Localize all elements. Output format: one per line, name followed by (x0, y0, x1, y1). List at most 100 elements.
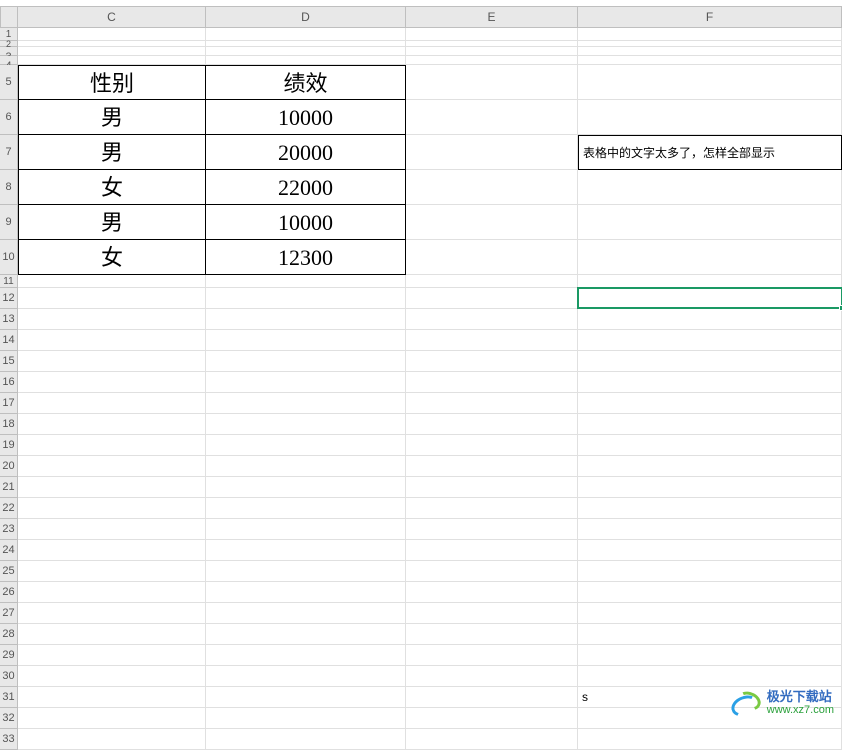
cell-C25[interactable] (18, 561, 206, 582)
row-header-7[interactable]: 7 (0, 135, 18, 170)
cell-D6[interactable]: 10000 (206, 100, 406, 135)
cell-D10[interactable]: 12300 (206, 240, 406, 275)
cell-F9[interactable] (578, 205, 842, 240)
cell-F7[interactable]: 表格中的文字太多了，怎样全部显示 (578, 135, 842, 170)
cell-D32[interactable] (206, 708, 406, 729)
cell-C14[interactable] (18, 330, 206, 351)
cell-F28[interactable] (578, 624, 842, 645)
cell-D27[interactable] (206, 603, 406, 624)
cell-E21[interactable] (406, 477, 578, 498)
cell-E27[interactable] (406, 603, 578, 624)
cell-E7[interactable] (406, 135, 578, 170)
cell-C8[interactable]: 女 (18, 170, 206, 205)
cell-D28[interactable] (206, 624, 406, 645)
cell-D14[interactable] (206, 330, 406, 351)
cell-F20[interactable] (578, 456, 842, 477)
cell-E25[interactable] (406, 561, 578, 582)
cell-C26[interactable] (18, 582, 206, 603)
cell-E5[interactable] (406, 65, 578, 100)
cell-D19[interactable] (206, 435, 406, 456)
row-header-17[interactable]: 17 (0, 393, 18, 414)
cell-E17[interactable] (406, 393, 578, 414)
cell-C15[interactable] (18, 351, 206, 372)
cell-F13[interactable] (578, 309, 842, 330)
cell-D5[interactable]: 绩效 (206, 65, 406, 100)
row-header-21[interactable]: 21 (0, 477, 18, 498)
row-header-24[interactable]: 24 (0, 540, 18, 561)
cell-F25[interactable] (578, 561, 842, 582)
cell-F27[interactable] (578, 603, 842, 624)
cell-E16[interactable] (406, 372, 578, 393)
cell-D15[interactable] (206, 351, 406, 372)
row-header-31[interactable]: 31 (0, 687, 18, 708)
row-header-26[interactable]: 26 (0, 582, 18, 603)
cell-E4[interactable] (406, 56, 578, 65)
cell-F16[interactable] (578, 372, 842, 393)
cell-F23[interactable] (578, 519, 842, 540)
cell-E26[interactable] (406, 582, 578, 603)
cell-C1[interactable] (18, 28, 206, 41)
column-header-F[interactable]: F (578, 6, 842, 28)
cell-F6[interactable] (578, 100, 842, 135)
cell-F30[interactable] (578, 666, 842, 687)
row-header-25[interactable]: 25 (0, 561, 18, 582)
column-header-D[interactable]: D (206, 6, 406, 28)
cell-E8[interactable] (406, 170, 578, 205)
cell-C23[interactable] (18, 519, 206, 540)
row-header-18[interactable]: 18 (0, 414, 18, 435)
cell-C24[interactable] (18, 540, 206, 561)
cell-D33[interactable] (206, 729, 406, 750)
row-header-14[interactable]: 14 (0, 330, 18, 351)
cell-C22[interactable] (18, 498, 206, 519)
cell-E32[interactable] (406, 708, 578, 729)
cell-C32[interactable] (18, 708, 206, 729)
cell-D16[interactable] (206, 372, 406, 393)
cell-D1[interactable] (206, 28, 406, 41)
row-header-33[interactable]: 33 (0, 729, 18, 750)
cell-C21[interactable] (18, 477, 206, 498)
cell-E20[interactable] (406, 456, 578, 477)
row-header-19[interactable]: 19 (0, 435, 18, 456)
cell-D3[interactable] (206, 47, 406, 56)
cell-E33[interactable] (406, 729, 578, 750)
cell-D9[interactable]: 10000 (206, 205, 406, 240)
cell-D23[interactable] (206, 519, 406, 540)
cell-E18[interactable] (406, 414, 578, 435)
cell-D20[interactable] (206, 456, 406, 477)
cell-E15[interactable] (406, 351, 578, 372)
cell-D11[interactable] (206, 275, 406, 288)
cell-C30[interactable] (18, 666, 206, 687)
cell-E10[interactable] (406, 240, 578, 275)
row-header-5[interactable]: 5 (0, 65, 18, 100)
cell-E23[interactable] (406, 519, 578, 540)
cell-E9[interactable] (406, 205, 578, 240)
row-header-22[interactable]: 22 (0, 498, 18, 519)
row-header-10[interactable]: 10 (0, 240, 18, 275)
cell-D12[interactable] (206, 288, 406, 309)
cell-C4[interactable] (18, 56, 206, 65)
cell-E30[interactable] (406, 666, 578, 687)
cell-D18[interactable] (206, 414, 406, 435)
row-header-3[interactable]: 3 (0, 47, 18, 56)
cell-C12[interactable] (18, 288, 206, 309)
cell-E24[interactable] (406, 540, 578, 561)
cell-C19[interactable] (18, 435, 206, 456)
cell-E31[interactable] (406, 687, 578, 708)
cell-C5[interactable]: 性别 (18, 65, 206, 100)
row-header-15[interactable]: 15 (0, 351, 18, 372)
cell-C16[interactable] (18, 372, 206, 393)
cell-C31[interactable] (18, 687, 206, 708)
cell-D26[interactable] (206, 582, 406, 603)
cell-E1[interactable] (406, 28, 578, 41)
row-header-13[interactable]: 13 (0, 309, 18, 330)
cell-D24[interactable] (206, 540, 406, 561)
select-all-corner[interactable] (0, 6, 18, 28)
cell-D29[interactable] (206, 645, 406, 666)
cell-C10[interactable]: 女 (18, 240, 206, 275)
row-header-6[interactable]: 6 (0, 100, 18, 135)
cell-F22[interactable] (578, 498, 842, 519)
cell-D30[interactable] (206, 666, 406, 687)
row-header-23[interactable]: 23 (0, 519, 18, 540)
cell-D17[interactable] (206, 393, 406, 414)
cell-D22[interactable] (206, 498, 406, 519)
